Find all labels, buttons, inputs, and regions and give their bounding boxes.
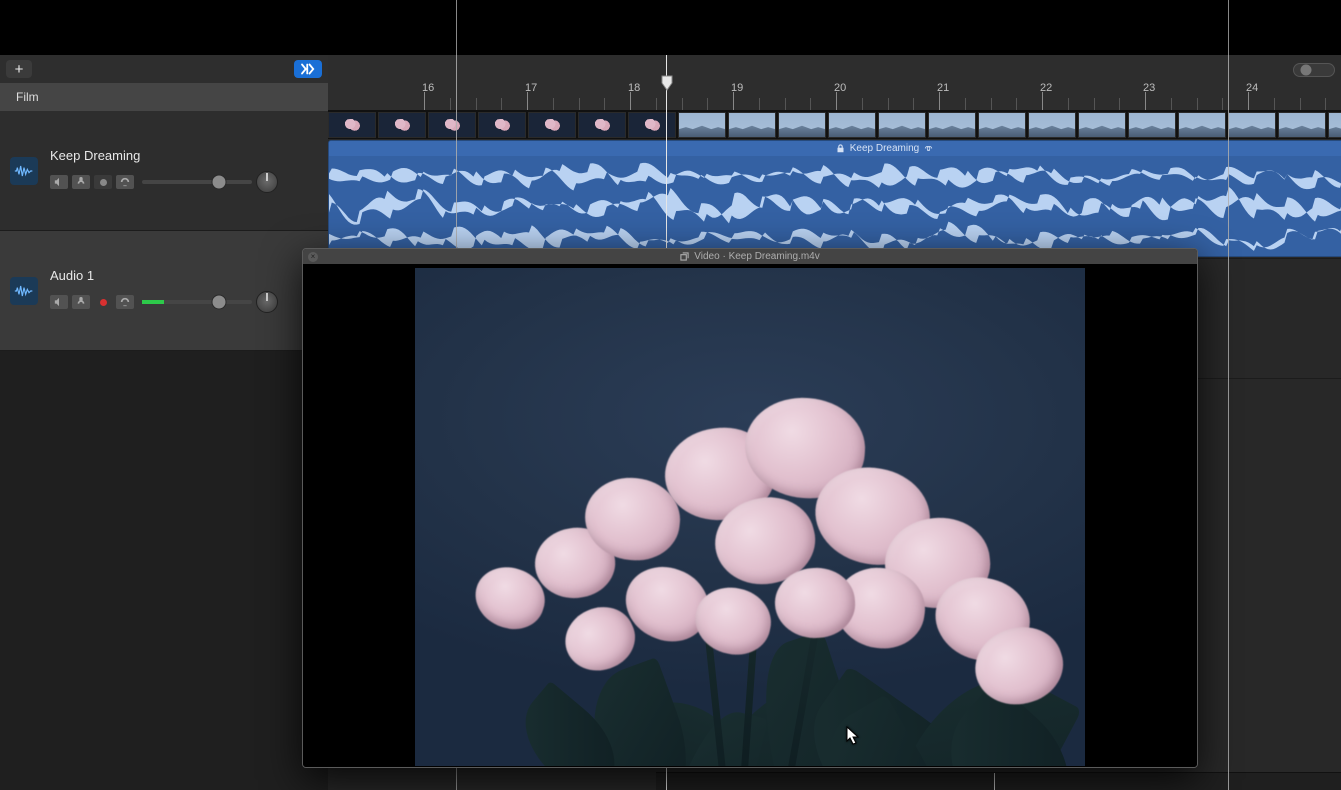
solo-button[interactable]: [72, 295, 90, 309]
track-controls: [50, 171, 318, 193]
film-label: Film: [16, 90, 39, 104]
close-button[interactable]: ×: [308, 252, 318, 262]
volume-slider[interactable]: [142, 180, 252, 184]
film-thumb[interactable]: [578, 112, 626, 138]
film-thumb[interactable]: [678, 112, 726, 138]
solo-button[interactable]: [72, 175, 90, 189]
input-monitor-button[interactable]: [116, 175, 134, 189]
film-thumb[interactable]: [1228, 112, 1276, 138]
video-canvas: [303, 264, 1197, 768]
film-thumb[interactable]: [1178, 112, 1226, 138]
film-thumb[interactable]: [828, 112, 876, 138]
region-name: Keep Dreaming: [850, 143, 919, 154]
record-enable-button[interactable]: [94, 175, 112, 189]
film-thumb[interactable]: [1078, 112, 1126, 138]
film-thumb[interactable]: [878, 112, 926, 138]
film-thumb[interactable]: [728, 112, 776, 138]
region-title-bar: Keep Dreaming: [329, 141, 1341, 156]
film-thumb[interactable]: [1128, 112, 1176, 138]
film-thumb[interactable]: [478, 112, 526, 138]
audio-track-icon: [10, 277, 38, 305]
locator-left: [456, 0, 457, 55]
cursor-icon: [846, 726, 860, 746]
lock-icon: [836, 144, 845, 153]
input-monitor-button[interactable]: [116, 295, 134, 309]
popout-icon: [680, 252, 689, 261]
audio-region[interactable]: Keep Dreaming: [328, 140, 1341, 257]
video-titlebar[interactable]: × Video · Keep Dreaming.m4v: [303, 249, 1197, 264]
film-thumb[interactable]: [1278, 112, 1326, 138]
film-thumb[interactable]: [328, 112, 376, 138]
record-enable-button[interactable]: [94, 295, 112, 309]
video-preview-window[interactable]: × Video · Keep Dreaming.m4v: [302, 248, 1198, 768]
loop-icon: [924, 144, 933, 153]
track-name: Keep Dreaming: [50, 148, 318, 163]
auto-zoom-toggle[interactable]: [1293, 63, 1335, 77]
video-title: Video · Keep Dreaming.m4v: [694, 251, 819, 262]
film-thumb[interactable]: [628, 112, 676, 138]
track-controls: [50, 291, 318, 313]
pan-knob[interactable]: [256, 171, 278, 193]
film-thumbnail-strip[interactable]: [328, 111, 1341, 139]
film-thumb[interactable]: [1028, 112, 1076, 138]
catch-playhead-button[interactable]: [294, 60, 322, 78]
pan-knob[interactable]: [256, 291, 278, 313]
film-thumb[interactable]: [428, 112, 476, 138]
film-track-header[interactable]: Film: [0, 83, 328, 111]
headers-empty: [0, 351, 328, 790]
transport-bar: [0, 0, 1341, 55]
ruler[interactable]: 161718192021222324: [328, 55, 1341, 111]
film-thumb[interactable]: [528, 112, 576, 138]
catch-playhead-icon: [299, 63, 317, 75]
mute-button[interactable]: [50, 295, 68, 309]
film-thumb[interactable]: [378, 112, 426, 138]
track-header-keep-dreaming[interactable]: Keep Dreaming: [0, 111, 328, 231]
locator-right: [1228, 0, 1229, 55]
audio-track-icon: [10, 157, 38, 185]
locator-bar[interactable]: [328, 63, 1341, 83]
waveform: [329, 156, 1341, 256]
add-track-button[interactable]: +: [6, 60, 32, 78]
film-thumb[interactable]: [978, 112, 1026, 138]
mute-button[interactable]: [50, 175, 68, 189]
track-header-audio-1[interactable]: Audio 1: [0, 231, 328, 351]
volume-slider[interactable]: [142, 300, 252, 304]
audio-lane-keep-dreaming[interactable]: Keep Dreaming: [328, 139, 1341, 259]
horizontal-scrollbar[interactable]: [656, 772, 1341, 790]
film-thumb[interactable]: [928, 112, 976, 138]
video-frame: [415, 268, 1085, 766]
header-toolbar: +: [0, 55, 328, 83]
track-headers: + Film Keep Dreaming: [0, 55, 328, 790]
film-thumb[interactable]: [1328, 112, 1341, 138]
track-name: Audio 1: [50, 268, 318, 283]
film-thumb[interactable]: [778, 112, 826, 138]
